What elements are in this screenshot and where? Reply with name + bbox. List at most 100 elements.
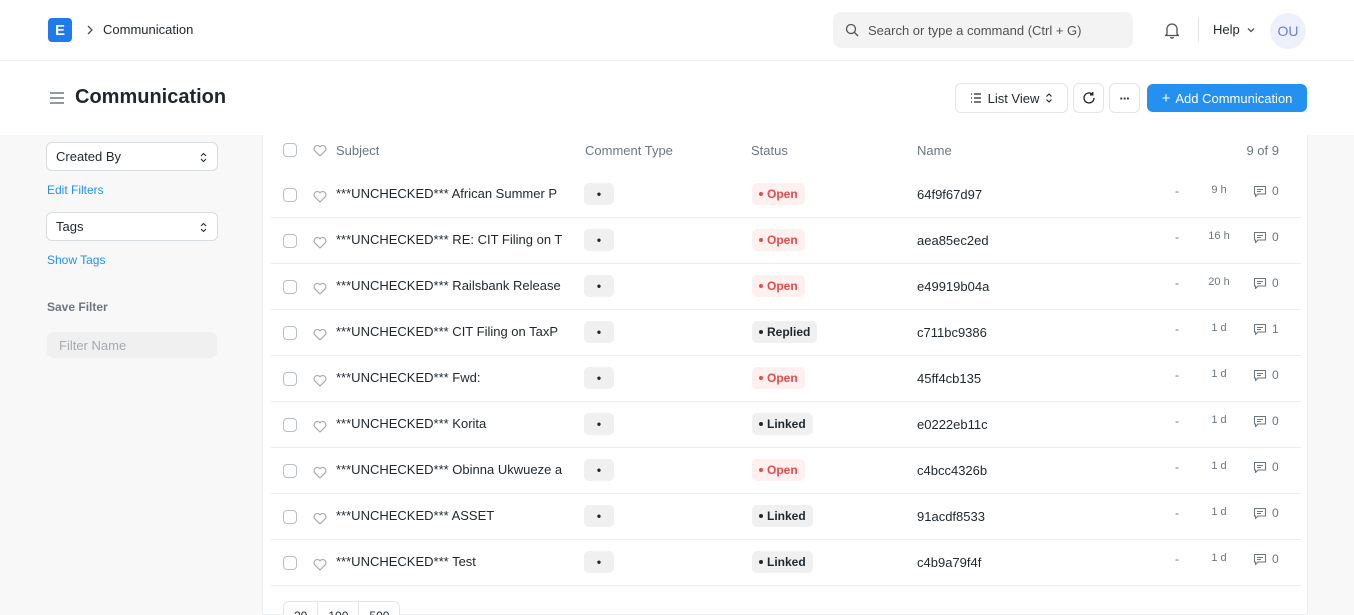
page-size-20[interactable]: 20 [284,602,319,615]
row-checkbox[interactable] [283,280,297,294]
row-checkbox[interactable] [283,372,297,386]
row-subject[interactable]: ***UNCHECKED*** ASSET [336,508,570,523]
row-comment-count[interactable]: 1 [1253,322,1279,336]
refresh-button[interactable] [1073,83,1104,113]
row-checkbox[interactable] [283,464,297,478]
row-comment-type[interactable]: • [584,505,614,527]
list-row[interactable]: ***UNCHECKED*** CIT Filing on TaxP • Repli… [271,310,1301,356]
row-checkbox[interactable] [283,510,297,524]
select-caret-icon [1046,93,1053,103]
row-checkbox[interactable] [283,326,297,340]
row-comment-count[interactable]: 0 [1253,276,1279,290]
tags-filter[interactable]: Tags [46,212,218,241]
app-logo[interactable]: E [48,18,72,42]
row-comment-count[interactable]: 0 [1253,460,1279,474]
row-comment-type[interactable]: • [584,229,614,251]
select-all-checkbox[interactable] [283,143,297,157]
heart-icon[interactable] [313,282,327,295]
row-comment-type[interactable]: • [584,367,614,389]
row-name: e49919b04a [917,279,990,294]
row-status-badge[interactable]: Linked [752,551,813,573]
row-checkbox[interactable] [283,188,297,202]
row-checkbox[interactable] [283,418,297,432]
show-tags-link[interactable]: Show Tags [47,253,105,267]
heart-icon[interactable] [313,420,327,433]
list-row[interactable]: ***UNCHECKED*** ASSET • Linked 91acdf8533 - 1… [271,494,1301,540]
row-comment-type[interactable]: • [584,321,614,343]
heart-icon[interactable] [313,190,327,203]
breadcrumb-communication[interactable]: Communication [103,22,193,37]
sidebar-toggle-icon[interactable] [49,91,65,105]
row-subject[interactable]: ***UNCHECKED*** African Summer P [336,186,570,201]
row-status-badge[interactable]: Open [752,229,805,251]
search-input[interactable] [868,22,1118,38]
row-status-badge[interactable]: Open [752,275,805,297]
row-subject[interactable]: ***UNCHECKED*** CIT Filing on TaxP [336,324,570,339]
list-row[interactable]: ***UNCHECKED*** RE: CIT Filing on T • Open… [271,218,1301,264]
created-by-filter[interactable]: Created By [46,142,218,171]
row-comment-count[interactable]: 0 [1253,414,1279,428]
comment-count: 0 [1272,230,1279,244]
row-subject[interactable]: ***UNCHECKED*** Railsbank Release [336,278,570,293]
page-size-500[interactable]: 500 [359,602,399,615]
row-status-badge[interactable]: Open [752,367,805,389]
row-comment-count[interactable]: 0 [1253,184,1279,198]
row-status-badge[interactable]: Linked [752,505,813,527]
user-avatar[interactable]: OU [1270,13,1306,49]
filter-name-input[interactable] [47,332,217,358]
heart-icon[interactable] [313,466,327,479]
notification-bell-icon[interactable] [1163,21,1181,39]
column-subject[interactable]: Subject [336,143,379,158]
row-comment-type[interactable]: • [584,459,614,481]
row-status-badge[interactable]: Open [752,459,805,481]
row-comment-type[interactable]: • [584,551,614,573]
comment-count: 0 [1272,368,1279,382]
row-assigned: - [1175,184,1179,198]
row-comment-type[interactable]: • [584,183,614,205]
add-communication-button[interactable]: + Add Communication [1147,84,1307,112]
row-modified-time: 1 d [1211,506,1227,518]
list-row[interactable]: ***UNCHECKED*** Test • Linked c4b9a79f4f - 1 … [271,540,1301,586]
heart-icon[interactable] [313,374,327,387]
list-row[interactable]: ***UNCHECKED*** African Summer P • Open 64f… [271,172,1301,218]
page-size-100[interactable]: 100 [318,602,360,615]
edit-filters-link[interactable]: Edit Filters [47,183,104,197]
heart-icon[interactable] [313,558,327,571]
column-name[interactable]: Name [917,143,952,158]
list-view-button[interactable]: List View [955,83,1068,113]
row-subject[interactable]: ***UNCHECKED*** RE: CIT Filing on T [336,232,570,247]
more-actions-button[interactable]: ··· [1109,83,1140,113]
search-bar[interactable] [833,12,1133,48]
row-comment-count[interactable]: 0 [1253,552,1279,566]
row-status-badge[interactable]: Linked [752,413,813,435]
row-subject[interactable]: ***UNCHECKED*** Korita [336,416,570,431]
row-status-badge[interactable]: Replied [752,321,818,343]
status-dot [759,422,763,426]
row-assigned: - [1175,460,1179,474]
row-comment-count[interactable]: 0 [1253,230,1279,244]
page-length-selector: 20 100 500 [283,601,401,615]
list-row[interactable]: ***UNCHECKED*** Korita • Linked e0222eb11c -… [271,402,1301,448]
help-dropdown[interactable]: Help [1213,22,1256,37]
row-modified-time: 20 h [1208,276,1230,288]
heart-icon[interactable] [313,144,327,157]
list-row[interactable]: ***UNCHECKED*** Obinna Ukwueze a • Open c4b… [271,448,1301,494]
list-row[interactable]: ***UNCHECKED*** Railsbank Release • Open e4… [271,264,1301,310]
row-comment-count[interactable]: 0 [1253,368,1279,382]
heart-icon[interactable] [313,328,327,341]
column-comment-type[interactable]: Comment Type [585,143,673,158]
row-status-badge[interactable]: Open [752,183,805,205]
row-subject[interactable]: ***UNCHECKED*** Obinna Ukwueze a [336,462,570,477]
row-comment-type[interactable]: • [584,275,614,297]
more-label: ··· [1119,90,1131,106]
row-subject[interactable]: ***UNCHECKED*** Test [336,554,570,569]
heart-icon[interactable] [313,512,327,525]
heart-icon[interactable] [313,236,327,249]
list-row[interactable]: ***UNCHECKED*** Fwd: • Open 45ff4cb135 - 1 d 0 [271,356,1301,402]
row-checkbox[interactable] [283,234,297,248]
row-subject[interactable]: ***UNCHECKED*** Fwd: [336,370,570,385]
row-comment-type[interactable]: • [584,413,614,435]
row-comment-count[interactable]: 0 [1253,506,1279,520]
row-checkbox[interactable] [283,556,297,570]
column-status[interactable]: Status [751,143,788,158]
